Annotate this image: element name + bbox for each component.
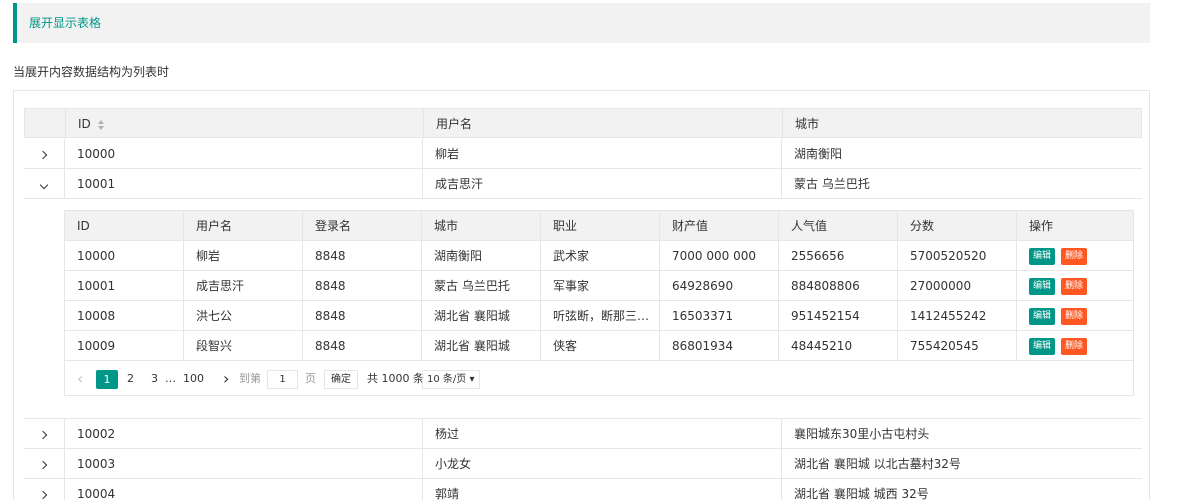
delete-button[interactable]: 删除 xyxy=(1061,308,1088,325)
table-container: ID 用户名 城市 10000 柳岩 湖南衡阳 10001 成吉思汗 蒙古 乌兰… xyxy=(13,90,1150,500)
inner-table-header: ID 用户名 登录名 城市 职业 财产值 人气值 分数 操作 xyxy=(65,211,1133,241)
edit-button[interactable]: 编辑 xyxy=(1029,308,1056,325)
chevron-right-icon xyxy=(38,460,48,470)
collapse-toggle[interactable] xyxy=(24,169,64,199)
section-title: 展开显示表格 xyxy=(13,3,1150,43)
table-row: 10003 小龙女 湖北省 襄阳城 以北古墓村32号 xyxy=(24,449,1142,479)
expand-toggle[interactable] xyxy=(24,139,64,169)
inner-table-row: 10000 柳岩 8848 湖南衡阳 武术家 7000 000 000 2556… xyxy=(65,241,1133,271)
total-count: 共 1000 条 xyxy=(367,372,424,385)
pagination: ‹ 1 2 3 … 100 › 到第 1 页 确定 共 1000 条 10 条/… xyxy=(65,363,1133,395)
expand-toggle[interactable] xyxy=(24,479,64,500)
chevron-down-icon xyxy=(39,180,49,190)
chevron-right-icon xyxy=(38,430,48,440)
column-header-username: 用户名 xyxy=(436,117,473,131)
page-2-button[interactable]: 2 xyxy=(127,363,134,395)
chevron-right-icon xyxy=(38,150,48,160)
section-subtitle: 当展开内容数据结构为列表时 xyxy=(13,65,170,79)
expanded-content: ID 用户名 登录名 城市 职业 财产值 人气值 分数 操作 10000 柳岩 … xyxy=(24,200,1142,419)
page-3-button[interactable]: 3 xyxy=(151,363,158,395)
table-row: 10000 柳岩 湖南衡阳 xyxy=(24,139,1142,169)
table-row: 10004 郭靖 湖北省 襄阳城 城西 32号 xyxy=(24,479,1142,500)
edit-button[interactable]: 编辑 xyxy=(1029,338,1056,355)
chevron-right-icon xyxy=(38,490,48,500)
edit-button[interactable]: 编辑 xyxy=(1029,248,1056,265)
inner-table-row: 10008 洪七公 8848 湖北省 襄阳城 听弦断，断那三千痴缠 165033… xyxy=(65,301,1133,331)
delete-button[interactable]: 删除 xyxy=(1061,338,1088,355)
inner-table-row: 10009 段智兴 8848 湖北省 襄阳城 侠客 86801934 48445… xyxy=(65,331,1133,361)
expand-toggle[interactable] xyxy=(24,419,64,449)
goto-label: 到第 xyxy=(239,372,261,385)
edit-button[interactable]: 编辑 xyxy=(1029,278,1056,295)
page-size-select[interactable]: 10 条/页 ▾ xyxy=(422,370,480,389)
sort-icon[interactable] xyxy=(97,119,105,130)
prev-page-button[interactable]: ‹ xyxy=(77,363,83,395)
delete-button[interactable]: 删除 xyxy=(1061,248,1088,265)
page-ellipsis: … xyxy=(165,372,176,385)
table-row-expanded: 10001 成吉思汗 蒙古 乌兰巴托 xyxy=(24,169,1142,199)
inner-table: ID 用户名 登录名 城市 职业 财产值 人气值 分数 操作 10000 柳岩 … xyxy=(64,210,1134,396)
delete-button[interactable]: 删除 xyxy=(1061,278,1088,295)
expand-toggle[interactable] xyxy=(24,449,64,479)
page-100-button[interactable]: 100 xyxy=(183,363,204,395)
confirm-button[interactable]: 确定 xyxy=(324,370,358,389)
inner-table-row: 10001 成吉思汗 8848 蒙古 乌兰巴托 军事家 64928690 884… xyxy=(65,271,1133,301)
column-header-id[interactable]: ID xyxy=(78,109,418,139)
table-row: 10002 杨过 襄阳城东30里小古屯村头 xyxy=(24,419,1142,449)
table-header: ID 用户名 城市 xyxy=(24,108,1142,139)
page-unit-label: 页 xyxy=(305,372,316,385)
caret-down-icon: ▾ xyxy=(469,374,475,385)
page-1-button[interactable]: 1 xyxy=(96,370,118,389)
goto-page-input[interactable]: 1 xyxy=(267,370,298,389)
column-header-city: 城市 xyxy=(795,117,820,131)
next-page-button[interactable]: › xyxy=(223,363,229,395)
